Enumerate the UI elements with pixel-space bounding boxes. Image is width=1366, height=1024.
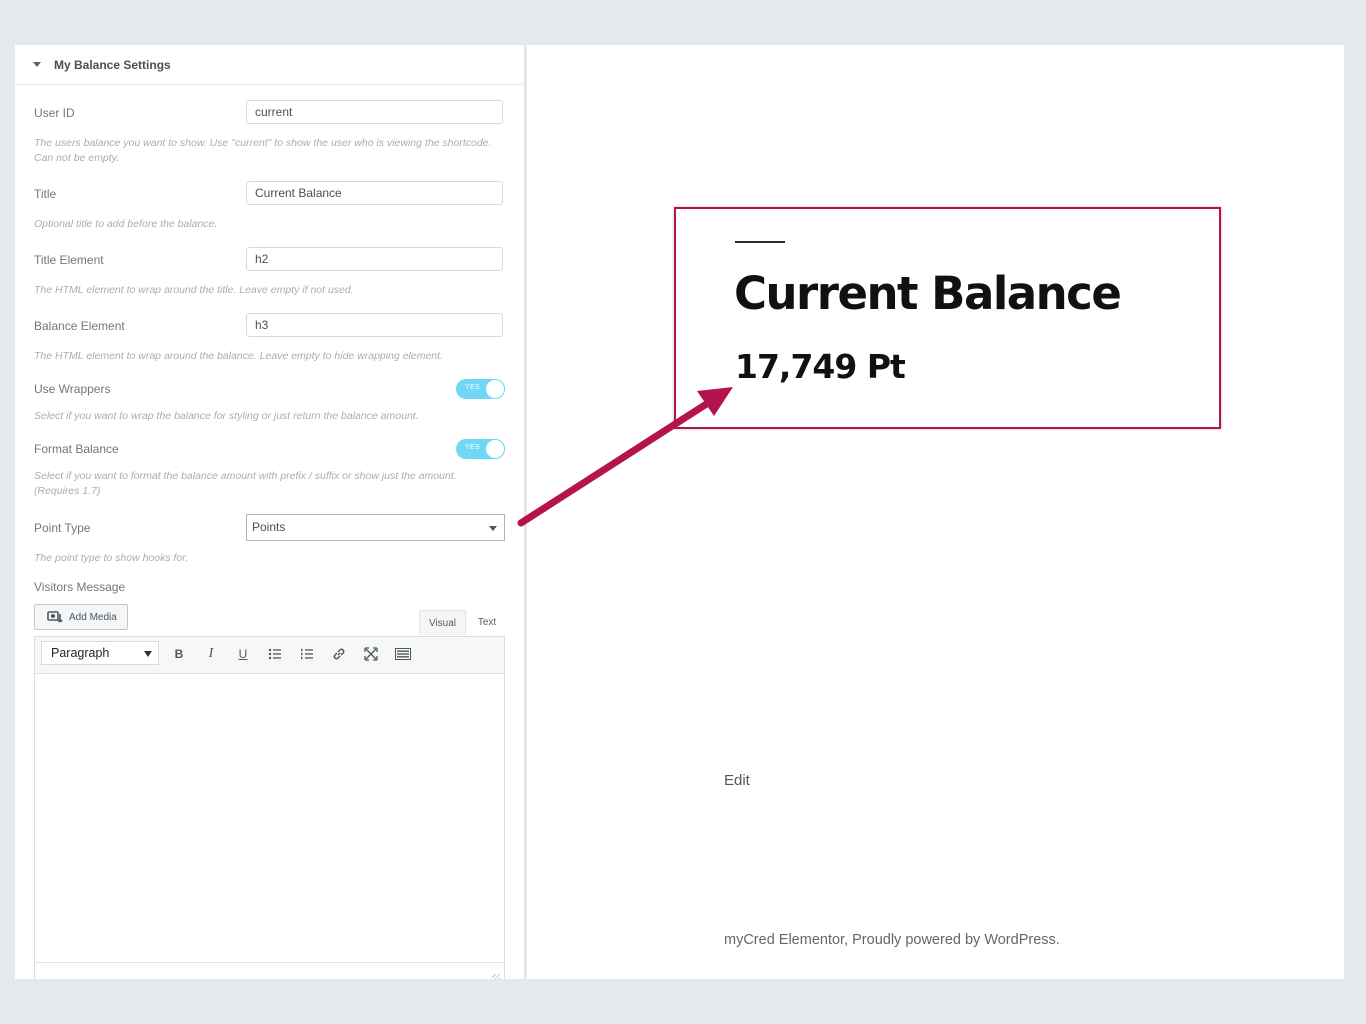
format-balance-toggle[interactable]: YES: [456, 439, 505, 459]
tab-visual[interactable]: Visual: [419, 610, 466, 635]
section-title: My Balance Settings: [54, 57, 171, 72]
user-id-description: The users balance you want to show. Use …: [34, 137, 492, 164]
chevron-down-icon: [144, 651, 152, 657]
numbered-list-icon: [301, 648, 313, 660]
edit-link[interactable]: Edit: [724, 772, 750, 789]
link-button[interactable]: [328, 644, 350, 664]
site-footer: myCred Elementor, Proudly powered by Wor…: [724, 932, 1060, 948]
user-id-input[interactable]: current: [246, 100, 503, 124]
toggle-knob: [485, 439, 505, 459]
title-input[interactable]: Current Balance: [246, 181, 503, 205]
balance-element-description: The HTML element to wrap around the bala…: [34, 350, 443, 362]
keyboard-icon: [395, 648, 411, 660]
numbered-list-button[interactable]: [296, 644, 318, 664]
toggle-knob: [485, 379, 505, 399]
tab-text[interactable]: Text: [467, 610, 507, 634]
add-media-label: Add Media: [69, 611, 117, 623]
settings-panel: My Balance Settings User ID current The …: [15, 45, 525, 979]
resize-grip-icon[interactable]: [492, 974, 500, 979]
point-type-select[interactable]: Points: [246, 514, 505, 541]
italic-button[interactable]: I: [200, 644, 222, 664]
use-wrappers-toggle[interactable]: YES: [456, 379, 505, 399]
separator-line: [735, 241, 785, 243]
balance-element-input[interactable]: h3: [246, 313, 503, 337]
toggle-yes-text: YES: [465, 384, 480, 391]
balance-element-label: Balance Element: [34, 319, 125, 333]
editor-status-bar: [35, 962, 504, 979]
format-select-value: Paragraph: [51, 646, 110, 660]
format-select[interactable]: Paragraph: [41, 641, 159, 665]
user-id-label: User ID: [34, 106, 75, 120]
title-label: Title: [34, 187, 57, 201]
point-type-label: Point Type: [34, 521, 91, 535]
balance-title: Current Balance: [734, 267, 1122, 320]
visitors-message-label: Visitors Message: [34, 580, 126, 594]
format-balance-description: Select if you want to format the balance…: [34, 470, 457, 497]
use-wrappers-label: Use Wrappers: [34, 382, 111, 396]
title-element-input[interactable]: h2: [246, 247, 503, 271]
fullscreen-button[interactable]: [360, 644, 382, 664]
use-wrappers-description: Select if you want to wrap the balance f…: [34, 410, 419, 422]
rich-text-editor: Paragraph B I U: [34, 636, 505, 979]
editor-toolbar: Paragraph B I U: [35, 637, 504, 674]
balance-amount: 17,749 Pt: [735, 347, 906, 386]
bullet-list-button[interactable]: [264, 644, 286, 664]
fullscreen-icon: [364, 647, 378, 661]
editor-content-area[interactable]: [35, 674, 504, 962]
toolbar-toggle-button[interactable]: [392, 644, 414, 664]
toggle-yes-text: YES: [465, 444, 480, 451]
underline-button[interactable]: U: [232, 644, 254, 664]
title-description: Optional title to add before the balance…: [34, 218, 218, 230]
bullet-list-icon: [268, 648, 281, 660]
page-preview: Current Balance 17,749 Pt Edit myCred El…: [527, 45, 1344, 979]
point-type-selected: Points: [252, 520, 286, 534]
add-media-button[interactable]: Add Media: [34, 604, 128, 630]
format-balance-label: Format Balance: [34, 442, 119, 456]
add-media-icon: [47, 611, 63, 623]
title-element-description: The HTML element to wrap around the titl…: [34, 284, 354, 296]
point-type-description: The point type to show hooks for.: [34, 552, 189, 564]
caret-down-icon: [33, 62, 41, 67]
title-element-label: Title Element: [34, 253, 104, 267]
chevron-down-icon: [489, 526, 497, 531]
balance-widget-highlight: Current Balance 17,749 Pt: [674, 207, 1221, 429]
bold-button[interactable]: B: [168, 644, 190, 664]
section-header[interactable]: My Balance Settings: [15, 45, 524, 85]
link-icon: [333, 648, 345, 660]
